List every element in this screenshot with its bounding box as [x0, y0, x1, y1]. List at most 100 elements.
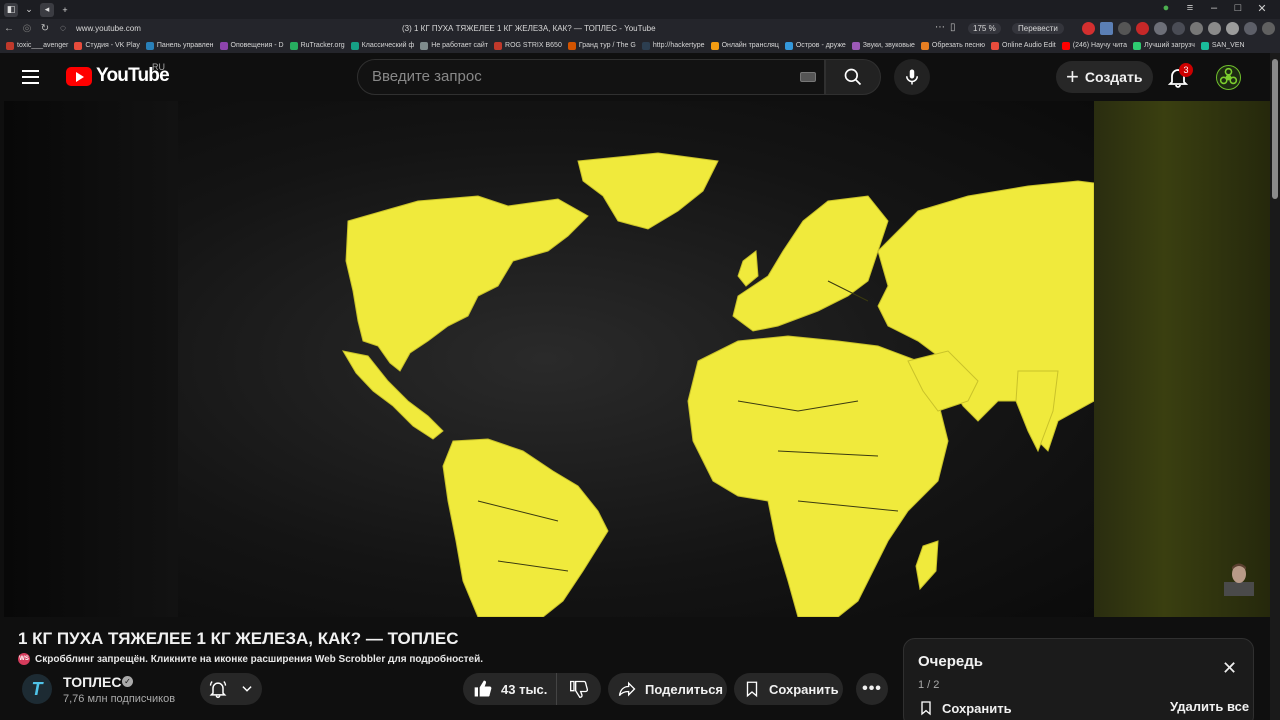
queue-clear-button[interactable]: Удалить все: [1170, 699, 1249, 714]
search-input[interactable]: [372, 68, 772, 85]
bookmark-favicon-icon: [784, 41, 793, 50]
page-title-text: (3) 1 КГ ПУХА ТЯЖЕЛЕЕ 1 КГ ЖЕЛЕЗА, КАК? …: [402, 24, 656, 33]
back-icon[interactable]: ←: [0, 23, 18, 34]
new-tab-icon[interactable]: +: [58, 3, 72, 17]
minimize-icon[interactable]: –: [1202, 2, 1226, 15]
share-button[interactable]: Поделиться: [608, 673, 727, 705]
save-button[interactable]: Сохранить: [734, 673, 843, 705]
like-button[interactable]: 43 тыс.: [463, 673, 557, 705]
bookmark-label: Звуки, звуковые: [862, 42, 915, 49]
scrollbar-thumb[interactable]: [1272, 59, 1278, 199]
bookmark-favicon-icon: [567, 41, 576, 50]
bookmark-item[interactable]: Звуки, звуковые: [851, 41, 915, 50]
bookmark-item[interactable]: Оповещения - D: [219, 41, 284, 50]
create-button[interactable]: + Создать: [1056, 61, 1153, 93]
extension-icon[interactable]: ●: [1154, 2, 1178, 15]
browser-menu-icon[interactable]: ◧: [4, 2, 18, 17]
world-map-image: [341, 152, 1095, 617]
extension-icon[interactable]: [1154, 22, 1167, 35]
hamburger-menu-icon[interactable]: [22, 65, 46, 89]
bookmark-item[interactable]: SAN_VEN: [1200, 41, 1245, 50]
close-icon[interactable]: ✕: [1250, 2, 1274, 15]
bookmark-label: ROG STRIX B650: [505, 42, 562, 49]
bookmark-item[interactable]: Студия - VK Play: [74, 41, 140, 50]
url-field[interactable]: www.youtube.com: [76, 24, 376, 33]
scrobbler-notice[interactable]: WS Скробблинг запрещён. Кликните на икон…: [18, 653, 483, 665]
bookmark-favicon-icon: [219, 41, 228, 50]
bookmark-item[interactable]: Online Audio Edit: [991, 41, 1056, 50]
extension-icon[interactable]: [1262, 22, 1275, 35]
bookmark-label: Онлайн трансляц: [721, 42, 779, 49]
page-scrollbar[interactable]: [1270, 53, 1280, 720]
video-frame[interactable]: [178, 101, 1095, 617]
extension-icon[interactable]: [1244, 22, 1257, 35]
extension-icon[interactable]: [1190, 22, 1203, 35]
extension-icon[interactable]: [1172, 22, 1185, 35]
chevron-down-icon: [242, 686, 252, 692]
bookmark-item[interactable]: Панель управлен: [145, 41, 214, 50]
extension-icon[interactable]: [1100, 22, 1113, 35]
create-label: Создать: [1084, 69, 1143, 85]
active-tab[interactable]: ◂: [40, 2, 54, 17]
bookmark-label: Не работает сайт: [431, 42, 489, 49]
extension-icon[interactable]: [1082, 22, 1095, 35]
menu-icon[interactable]: ≡: [1178, 2, 1202, 15]
account-avatar[interactable]: [1216, 65, 1241, 90]
keyboard-icon[interactable]: [800, 72, 816, 82]
scrobbler-notice-text: Скробблинг запрещён. Кликните на иконке …: [35, 653, 484, 665]
search-button[interactable]: [825, 59, 881, 95]
queue-save-button[interactable]: Сохранить: [918, 699, 1012, 717]
bookmark-favicon-icon: [1133, 41, 1142, 50]
bookmark-item[interactable]: (246) Научу чита: [1061, 41, 1127, 50]
more-icon[interactable]: ⋯: [935, 22, 945, 33]
extension-icon[interactable]: [1136, 22, 1149, 35]
bookmark-icon: [921, 701, 931, 716]
zoom-level[interactable]: 175 %: [968, 23, 1001, 34]
web-scrobbler-icon: WS: [18, 653, 30, 665]
close-icon[interactable]: ✕: [1222, 659, 1237, 677]
reload-icon[interactable]: ↻: [36, 23, 54, 34]
extension-icon[interactable]: [1118, 22, 1131, 35]
bookmark-item[interactable]: Остров - друже: [784, 41, 846, 50]
bookmark-item[interactable]: Не работает сайт: [420, 41, 489, 50]
video-player[interactable]: [4, 101, 1270, 617]
bookmark-item[interactable]: RuTracker.org: [289, 41, 345, 50]
more-actions-button[interactable]: •••: [856, 673, 888, 705]
queue-position: 1 / 2: [918, 679, 940, 691]
chevron-down-icon[interactable]: ⌄: [22, 3, 36, 17]
bookmark-item[interactable]: http://hackertype: [641, 41, 705, 50]
maximize-icon[interactable]: □: [1226, 2, 1250, 15]
address-bar: ← ◎ ↻ ◌ www.youtube.com (3) 1 КГ ПУХА ТЯ…: [0, 19, 1280, 38]
bookmark-favicon-icon: [289, 41, 298, 50]
bookmark-item[interactable]: Классический ф: [350, 41, 414, 50]
site-info-icon[interactable]: ◌: [54, 23, 72, 34]
forward-icon[interactable]: ◎: [18, 23, 36, 34]
bookmark-label: toxic___avenger: [17, 42, 69, 49]
queue-title: Очередь: [918, 653, 983, 670]
voice-search-button[interactable]: [894, 59, 930, 95]
video-title: 1 КГ ПУХА ТЯЖЕЛЕЕ 1 КГ ЖЕЛЕЗА, КАК? — ТО…: [18, 629, 459, 648]
dislike-button[interactable]: [557, 679, 601, 699]
bookmark-item[interactable]: ROG STRIX B650: [494, 41, 562, 50]
bookmark-item[interactable]: Гранд тур / The G: [567, 41, 636, 50]
bookmark-icon[interactable]: ▯: [950, 22, 956, 33]
search-icon: [844, 68, 862, 86]
bookmark-label: Online Audio Edit: [1002, 42, 1056, 49]
queue-save-label: Сохранить: [942, 700, 1012, 716]
search-box: [357, 59, 825, 95]
translate-button[interactable]: Перевести: [1012, 23, 1064, 34]
bookmark-item[interactable]: Лучший загрузч: [1133, 41, 1195, 50]
notification-bell-button[interactable]: [200, 673, 262, 705]
extension-icon[interactable]: [1208, 22, 1221, 35]
bookmark-item[interactable]: toxic___avenger: [6, 41, 69, 50]
bookmark-label: Панель управлен: [156, 42, 214, 49]
channel-avatar[interactable]: T: [22, 674, 52, 704]
extension-icon[interactable]: [1226, 22, 1239, 35]
youtube-logo[interactable]: YouTube RU: [66, 62, 170, 87]
microphone-icon: [906, 69, 918, 85]
bookmark-favicon-icon: [1200, 41, 1209, 50]
bookmark-favicon-icon: [641, 41, 650, 50]
channel-name[interactable]: ТОПЛЕС: [63, 674, 121, 690]
bookmark-item[interactable]: Обрезать песню: [920, 41, 985, 50]
bookmark-item[interactable]: Онлайн трансляц: [710, 41, 779, 50]
